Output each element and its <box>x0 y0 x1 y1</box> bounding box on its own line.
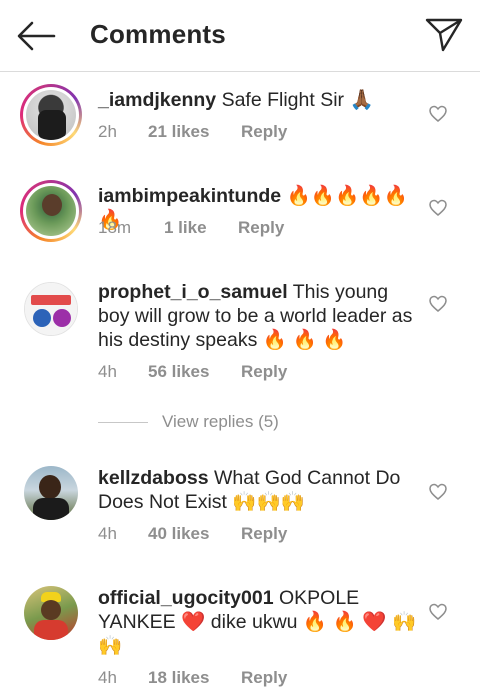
comment-time: 2h <box>98 122 117 141</box>
comment-time: 18m <box>98 218 132 237</box>
back-arrow-icon[interactable] <box>14 18 58 54</box>
reply-button[interactable]: Reply <box>241 524 287 544</box>
heart-outline-icon[interactable] <box>428 482 448 502</box>
reply-button[interactable]: Reply <box>238 218 284 238</box>
reply-button[interactable]: Reply <box>241 122 287 142</box>
comment-meta: 18m 1 like Reply <box>98 218 284 238</box>
comment-likes[interactable]: 1 like <box>164 218 207 238</box>
comment-text: prophet_i_o_samuel This young boy will g… <box>98 280 418 352</box>
header-bar: Comments <box>0 0 480 72</box>
reply-button[interactable]: Reply <box>241 668 287 688</box>
comment-time: 4h <box>98 668 117 687</box>
avatar[interactable] <box>24 466 78 520</box>
heart-outline-icon[interactable] <box>428 198 448 218</box>
comment-username[interactable]: kellzdaboss <box>98 467 209 489</box>
heart-outline-icon[interactable] <box>428 104 448 124</box>
comment-username[interactable]: prophet_i_o_samuel <box>98 281 288 303</box>
comment-time: 4h <box>98 362 117 381</box>
comment-body: Safe Flight Sir 🙏🏾 <box>221 89 374 111</box>
comment-text: kellzdaboss What God Cannot Do Does Not … <box>98 466 418 514</box>
comment-meta: 2h 21 likes Reply <box>98 122 287 142</box>
heart-outline-icon[interactable] <box>428 602 448 622</box>
view-replies-divider <box>98 422 148 423</box>
avatar[interactable] <box>24 282 78 336</box>
comment-meta: 4h 56 likes Reply <box>98 362 287 382</box>
comment-likes[interactable]: 56 likes <box>148 362 209 382</box>
page-title: Comments <box>90 19 226 49</box>
comment-text: official_ugocity001 OKPOLE YANKEE ❤️ dik… <box>98 586 418 658</box>
avatar[interactable] <box>20 84 82 146</box>
comment-time: 4h <box>98 524 117 543</box>
avatar[interactable] <box>24 586 78 640</box>
direct-send-icon[interactable] <box>424 16 464 54</box>
avatar[interactable] <box>20 180 82 242</box>
view-replies-label: View replies (5) <box>162 412 279 431</box>
comment-username[interactable]: iambimpeakintunde <box>98 185 281 207</box>
comment-username[interactable]: _iamdjkenny <box>98 89 216 111</box>
comment-username[interactable]: official_ugocity001 <box>98 587 274 609</box>
comment-text: _iamdjkenny Safe Flight Sir 🙏🏾 <box>98 88 418 112</box>
comment-meta: 4h 18 likes Reply <box>98 668 287 688</box>
comment-likes[interactable]: 18 likes <box>148 668 209 688</box>
reply-button[interactable]: Reply <box>241 362 287 382</box>
comment-meta: 4h 40 likes Reply <box>98 524 287 544</box>
comment-likes[interactable]: 40 likes <box>148 524 209 544</box>
heart-outline-icon[interactable] <box>428 294 448 314</box>
comment-likes[interactable]: 21 likes <box>148 122 209 142</box>
